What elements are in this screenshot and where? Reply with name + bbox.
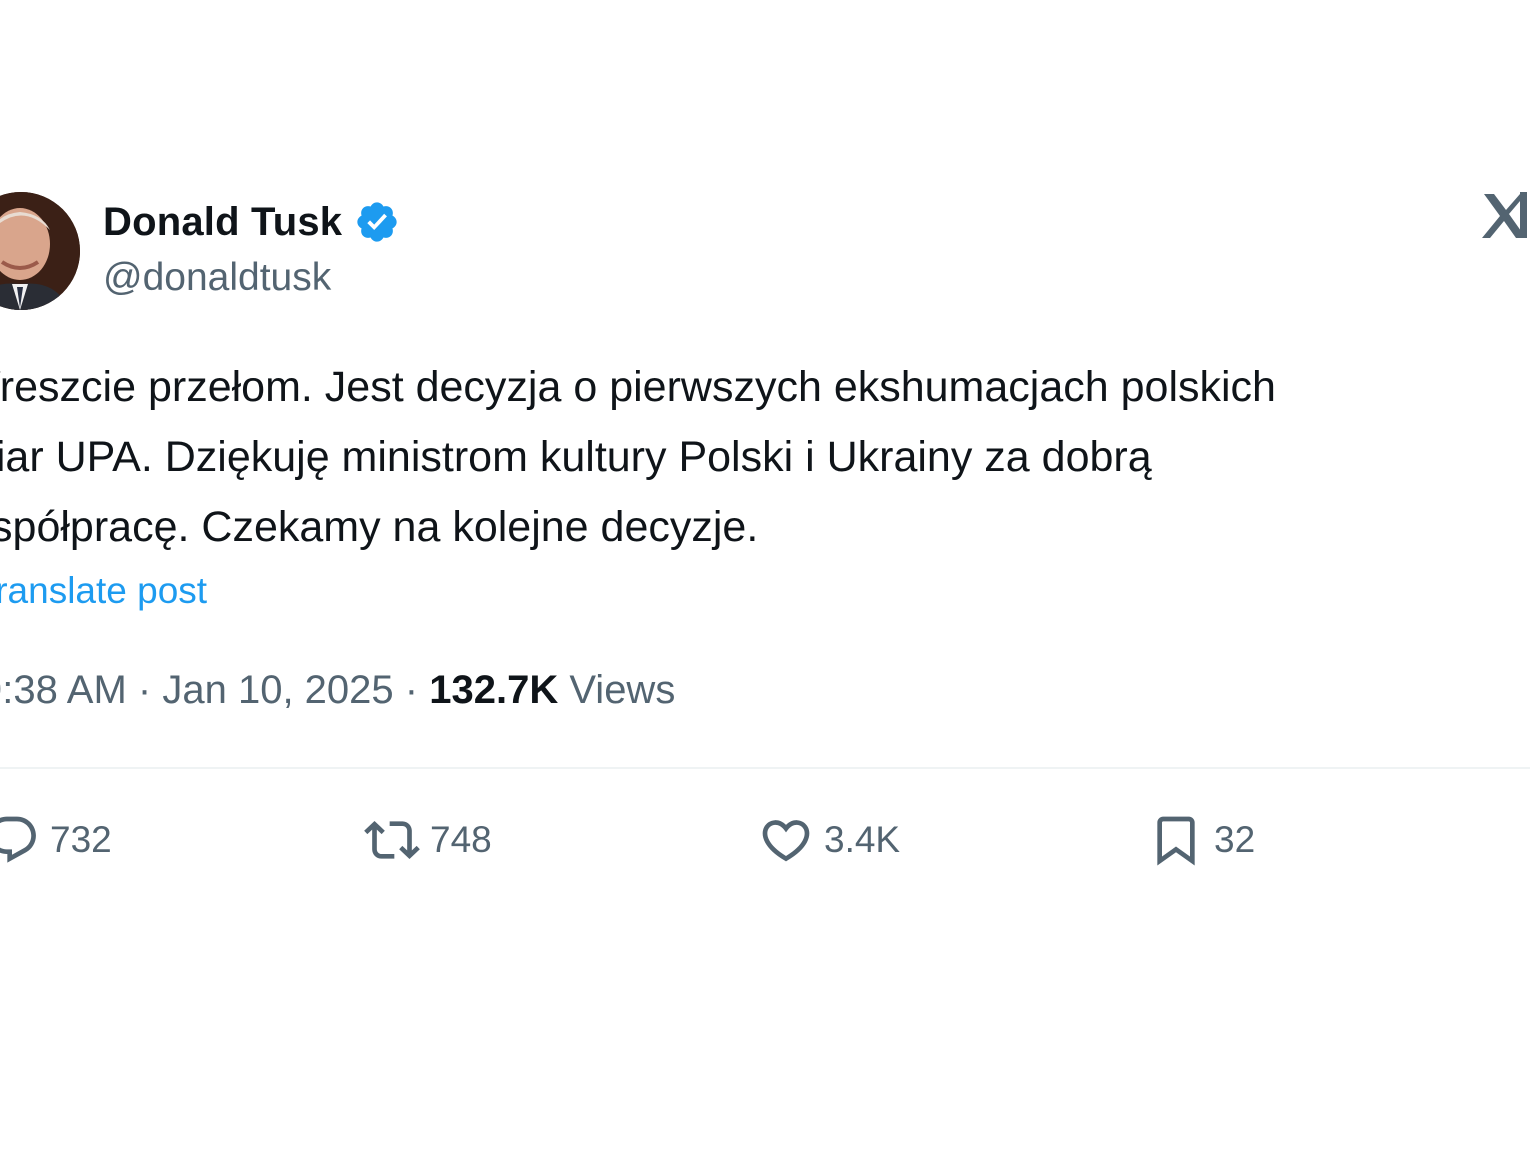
post-card: Donald Tusk @donaldtusk Wreszcie przełom… <box>0 0 1530 1151</box>
post-date[interactable]: Jan 10, 2025 <box>162 668 393 712</box>
avatar[interactable] <box>0 192 80 310</box>
verified-badge-icon[interactable] <box>354 199 400 245</box>
heart-icon <box>762 820 810 862</box>
author-display-name[interactable]: Donald Tusk <box>103 200 342 245</box>
repost-count: 748 <box>430 819 492 860</box>
meta-separator: · <box>404 668 419 712</box>
post-text-line: ofiar UPA. Dziękuję ministrom kultury Po… <box>0 433 1152 481</box>
repost-icon <box>364 821 420 859</box>
views-count[interactable]: 132.7K <box>429 668 558 712</box>
like-count: 3.4K <box>824 819 901 860</box>
like-button[interactable]: 3.4K <box>758 810 900 870</box>
post-text: Wreszcie przełom. Jest decyzja o pierwsz… <box>0 352 1520 562</box>
author-handle[interactable]: @donaldtusk <box>103 256 331 300</box>
bookmark-count: 32 <box>1214 819 1256 860</box>
divider <box>0 767 1530 769</box>
post-time[interactable]: 9:38 AM <box>0 668 127 712</box>
reply-icon <box>0 816 36 863</box>
repost-button[interactable]: 748 <box>364 810 492 870</box>
post-text-line: Wreszcie przełom. Jest decyzja o pierwsz… <box>0 363 1276 411</box>
post-text-line: współpracę. Czekamy na kolejne decyzje. <box>0 503 759 551</box>
translate-post-link[interactable]: Translate post <box>0 570 207 612</box>
avatar-photo <box>0 192 80 310</box>
bookmark-icon <box>1157 816 1195 866</box>
x-logo-icon[interactable] <box>1480 190 1528 242</box>
views-label: Views <box>569 668 676 712</box>
reply-count: 732 <box>50 819 112 860</box>
reply-button[interactable]: 732 <box>0 810 112 870</box>
meta-separator: · <box>137 668 152 712</box>
bookmark-button[interactable]: 32 <box>1148 810 1255 870</box>
post-metadata: 9:38 AM · Jan 10, 2025 · 132.7K Views <box>0 668 675 713</box>
author-name-row: Donald Tusk <box>103 196 400 248</box>
